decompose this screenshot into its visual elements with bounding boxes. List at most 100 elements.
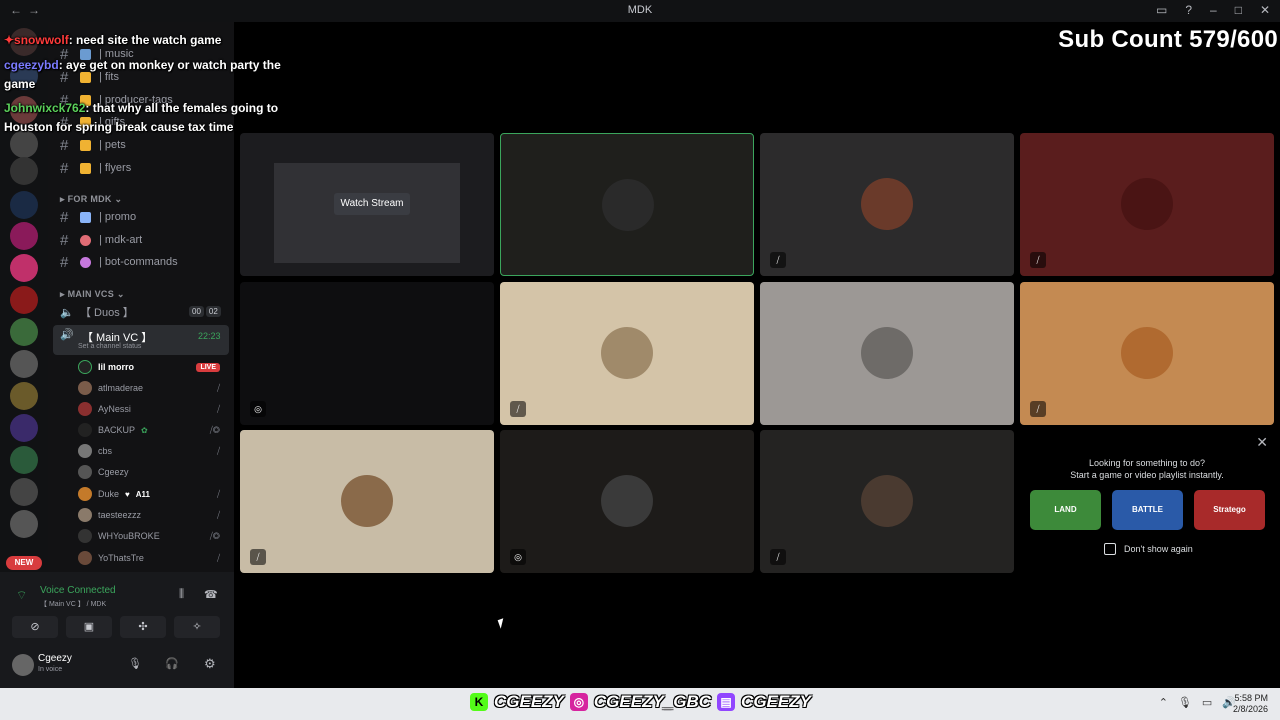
server-icon[interactable] [10, 286, 38, 314]
microphone-icon[interactable]: 🎙 [128, 657, 142, 670]
clock-time: 5:58 PM [1234, 693, 1268, 703]
monitor-icon[interactable]: ▭ [1202, 696, 1212, 709]
stream-tile[interactable]: Watch Stream [240, 133, 494, 276]
member-name: lil morro [98, 362, 135, 372]
server-icon[interactable] [10, 414, 38, 442]
settings-gear-icon[interactable]: ⚙ [204, 656, 216, 672]
participant-tile[interactable]: ◎ [240, 282, 494, 425]
avatar [1121, 178, 1173, 230]
minimize-icon[interactable]: – [1210, 3, 1217, 17]
server-icon[interactable] [10, 191, 38, 219]
member-name: AyNessi [98, 404, 131, 414]
speaker-icon: 🔈 [60, 306, 74, 319]
soundboard-icon[interactable]: ✧ [174, 616, 220, 638]
participant-tile[interactable] [760, 282, 1014, 425]
noise-suppression-icon[interactable]: ⫼ [179, 588, 184, 601]
participant-tile[interactable]: ◎ [500, 430, 754, 573]
voice-member[interactable]: lil morro LIVE [78, 358, 224, 376]
chevron-up-icon[interactable]: ⌃ [1159, 696, 1168, 709]
participant-tile[interactable]: ⧸ [240, 430, 494, 573]
headphones-icon[interactable]: 🎧 [165, 657, 179, 670]
main-vc-time: 22:23 [198, 331, 221, 341]
avatar[interactable] [12, 654, 34, 676]
game-card[interactable]: Stratego [1194, 490, 1265, 530]
mic-deafened-icon: ◎ [510, 549, 526, 565]
avatar [341, 475, 393, 527]
new-badge[interactable]: NEW [6, 556, 42, 570]
maximize-icon[interactable]: □ [1235, 3, 1242, 17]
channel-label: | flyers [99, 162, 132, 174]
server-icon[interactable] [10, 478, 38, 506]
category-for-mdk[interactable]: ▸ FOR MDK ⌄ [60, 194, 122, 205]
member-name: cbs [98, 446, 113, 456]
server-icon[interactable] [10, 510, 38, 538]
server-icon[interactable] [10, 446, 38, 474]
channel-flyers[interactable]: # | flyers [60, 158, 131, 178]
member-tag: A11 [135, 489, 150, 499]
close-icon[interactable]: ✕ [1260, 3, 1270, 17]
channel-status-prompt[interactable]: Set a channel status [78, 343, 141, 350]
channel-label: 【 Duos 】 [80, 307, 134, 319]
avatar [78, 508, 92, 522]
screen-share-icon[interactable]: ▣ [66, 616, 112, 638]
camera-off-icon[interactable]: ⊘ [12, 616, 58, 638]
server-icon[interactable] [10, 157, 38, 185]
server-icon[interactable] [10, 222, 38, 250]
participant-tile[interactable]: ⧸ [500, 282, 754, 425]
mic-muted-icon: ⧸ [216, 445, 220, 456]
voice-connected-status[interactable]: Voice Connected [40, 585, 116, 596]
channel-pets[interactable]: # | pets [60, 135, 126, 155]
server-icon[interactable] [10, 254, 38, 282]
avatar [861, 178, 913, 230]
help-icon[interactable]: ? [1185, 3, 1192, 17]
game-card[interactable]: LAND [1030, 490, 1101, 530]
window-titlebar: ←→ MDK ▭ ? – □ ✕ [0, 0, 1280, 22]
live-badge: LIVE [196, 362, 220, 372]
game-card[interactable]: BATTLE [1112, 490, 1183, 530]
inbox-icon[interactable]: ▭ [1156, 3, 1167, 17]
voice-member[interactable]: BACKUP ✿ ⧸◎ [78, 421, 224, 439]
voice-member[interactable]: taesteezzz ⧸ [78, 506, 224, 524]
participant-tile[interactable]: ⧸ [1020, 133, 1274, 276]
voice-member[interactable]: WHYouBROKE ⧸◎ [78, 527, 224, 545]
taskbar-clock[interactable]: 5:58 PM 2/8/2026 [1233, 693, 1268, 715]
avatar [78, 465, 92, 479]
mic-muted-icon: ⧸ [770, 252, 786, 268]
voice-connected-channel[interactable]: 【 Main VC 】 / MDK [40, 599, 106, 609]
server-icon[interactable] [10, 382, 38, 410]
watch-stream-button[interactable]: Watch Stream [334, 193, 410, 215]
hash-icon: # [60, 231, 69, 249]
participant-tile[interactable]: ⧸ [760, 430, 1014, 573]
avatar [78, 423, 92, 437]
participant-tile[interactable]: ⧸ [760, 133, 1014, 276]
voice-member[interactable]: Duke ♥ A11 ⧸ [78, 485, 224, 503]
member-name: taesteezzz [98, 510, 142, 520]
activities-icon[interactable]: ✣ [120, 616, 166, 638]
member-name: atlmaderae [98, 383, 144, 393]
current-username: Cgeezy [38, 653, 72, 664]
voice-member[interactable]: Cgeezy [78, 463, 224, 481]
participant-tile[interactable]: ⧸ [1020, 282, 1274, 425]
mic-deafened-icon: ◎ [250, 401, 266, 417]
category-main-vcs[interactable]: ▸ MAIN VCS ⌄ [60, 289, 125, 300]
close-icon[interactable]: ✕ [1256, 434, 1268, 451]
checkbox-icon[interactable] [1104, 543, 1116, 555]
count-a: 00 [189, 306, 204, 317]
avatar [78, 529, 92, 543]
voice-member[interactable]: AyNessi ⧸ [78, 400, 224, 418]
avatar [78, 360, 92, 374]
voice-member[interactable]: cbs ⧸ [78, 442, 224, 460]
microphone-icon[interactable]: 🎙 [1178, 696, 1192, 709]
channel-bot-commands[interactable]: # | bot-commands [60, 252, 178, 272]
voice-channel-duos[interactable]: 🔈 【 Duos 】 [60, 302, 134, 322]
participant-tile-speaking[interactable] [500, 133, 754, 276]
server-icon[interactable] [10, 350, 38, 378]
server-icon[interactable] [10, 318, 38, 346]
disconnect-icon[interactable]: ☎ [204, 588, 218, 601]
voice-member[interactable]: atlmaderae ⧸ [78, 379, 224, 397]
channel-label: | pets [99, 139, 126, 151]
dont-show-again-checkbox[interactable]: Don't show again [1104, 543, 1193, 555]
channel-promo[interactable]: # | promo [60, 207, 136, 227]
voice-member[interactable]: YoThatsTre ⧸ [78, 549, 224, 567]
channel-mdk-art[interactable]: # | mdk-art [60, 230, 142, 250]
